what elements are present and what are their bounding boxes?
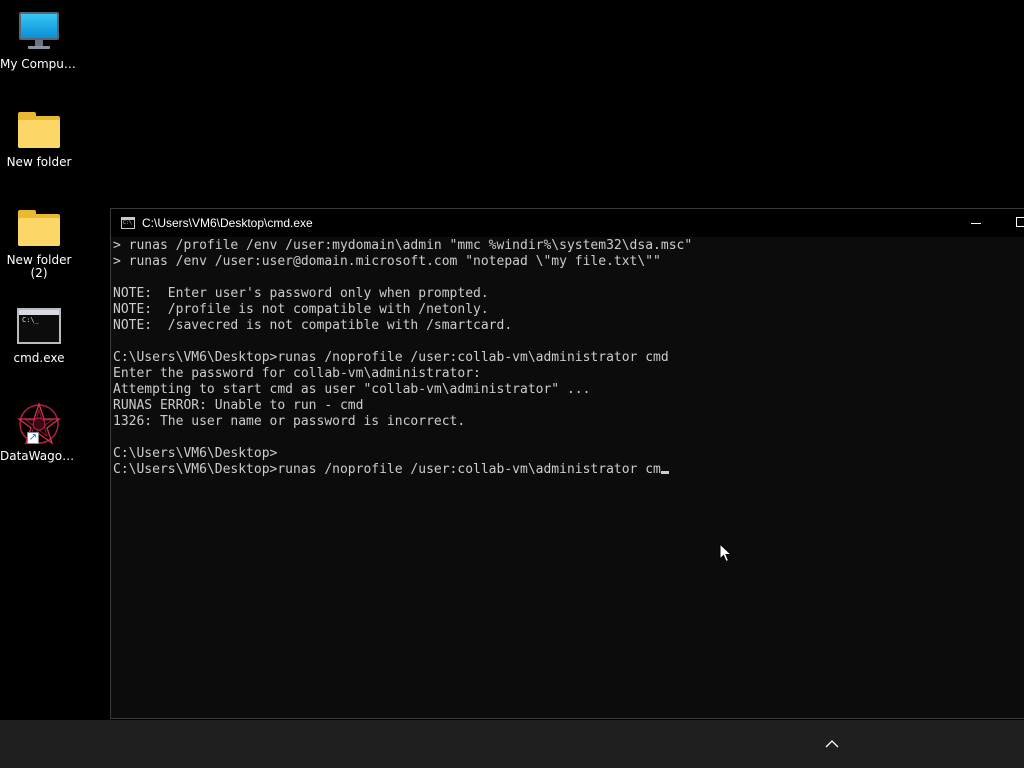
desktop-icon-new-folder-2[interactable]: New folder (2) — [0, 204, 78, 280]
desktop-icon-label: My Computer — [0, 58, 78, 71]
folder-icon — [15, 106, 63, 154]
desktop-icon-label: cmd.exe — [13, 352, 65, 365]
console-input-line[interactable]: C:\Users\VM6\Desktop>runas /noprofile /u… — [113, 462, 1024, 478]
console-line: NOTE: /profile is not compatible with /n… — [113, 302, 489, 317]
desktop-icon-label: New folder — [6, 156, 72, 169]
console-line: RUNAS ERROR: Unable to run - cmd — [113, 398, 364, 413]
mouse-pointer-icon — [719, 543, 733, 563]
desktop-icon-label: DataWagon... — [0, 450, 78, 463]
window-titlebar[interactable]: C:\ C:\Users\VM6\Desktop\cmd.exe — [111, 209, 1024, 237]
maximize-icon — [1016, 217, 1024, 227]
console-line: Enter the password for collab-vm\adminis… — [113, 366, 481, 381]
show-hidden-icons-button[interactable] — [818, 732, 846, 756]
window-title: C:\Users\VM6\Desktop\cmd.exe — [142, 216, 313, 230]
console-output[interactable]: > runas /profile /env /user:mydomain\adm… — [112, 238, 1024, 718]
console-line: > runas /env /user:user@domain.microsoft… — [113, 254, 661, 269]
desktop-icon-label: New folder — [6, 254, 72, 267]
desktop-icon-cmd[interactable]: C:\_ cmd.exe — [0, 302, 78, 365]
desktop-icon-my-computer[interactable]: My Computer — [0, 8, 78, 71]
console-line: C:\Users\VM6\Desktop>runas /noprofile /u… — [113, 350, 669, 365]
console-line: > runas /profile /env /user:mydomain\adm… — [113, 238, 693, 253]
console-line: C:\Users\VM6\Desktop> — [113, 446, 278, 461]
folder-icon — [15, 204, 63, 252]
console-line: 1326: The user name or password is incor… — [113, 414, 466, 429]
cmd-icon: C:\_ — [15, 302, 63, 350]
desktop: My Computer New folder New folder (2) C:… — [0, 0, 1024, 720]
maximize-button[interactable] — [999, 209, 1024, 237]
chevron-up-icon — [825, 740, 839, 748]
datawagon-icon: ↗ — [15, 400, 63, 448]
shortcut-arrow-icon: ↗ — [27, 432, 39, 444]
desktop-icon-new-folder[interactable]: New folder — [0, 106, 78, 169]
desktop-icon-datawagon[interactable]: ↗ DataWagon... — [0, 400, 78, 463]
text-cursor — [660, 471, 669, 474]
taskbar — [0, 720, 1024, 768]
monitor-icon — [15, 8, 63, 56]
console-line: Attempting to start cmd as user "collab-… — [113, 382, 591, 397]
desktop-icon-label: (2) — [30, 267, 48, 280]
cmd-window[interactable]: C:\ C:\Users\VM6\Desktop\cmd.exe > runas… — [110, 208, 1024, 719]
minimize-icon — [971, 223, 981, 224]
minimize-button[interactable] — [953, 209, 999, 237]
console-input-text[interactable]: C:\Users\VM6\Desktop>runas /noprofile /u… — [113, 462, 661, 477]
cmd-icon: C:\ — [121, 217, 135, 229]
console-line: NOTE: /savecred is not compatible with /… — [113, 318, 513, 333]
console-line: NOTE: Enter user's password only when pr… — [113, 286, 489, 301]
